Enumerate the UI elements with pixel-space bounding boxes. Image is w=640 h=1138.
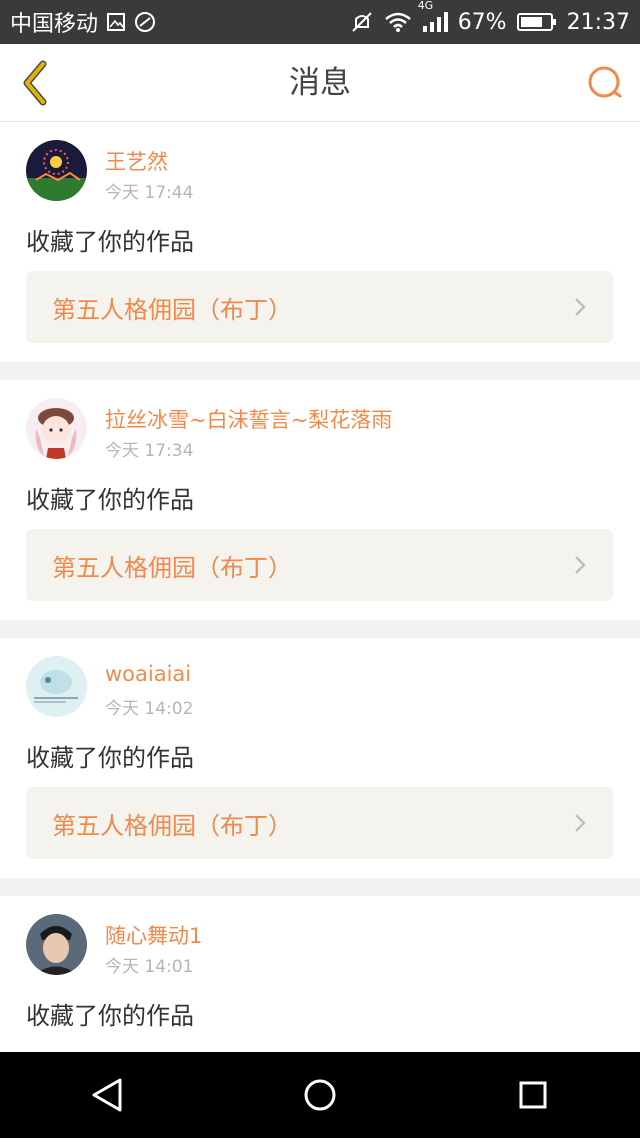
message-list: 王艺然 今天 17:44 收藏了你的作品 第五人格佣园（布丁） 拉丝冰雪~白沫誓…: [0, 122, 640, 1052]
mute-icon: [350, 10, 374, 34]
timestamp: 今天 17:44: [105, 183, 194, 203]
chevron-right-icon: [573, 296, 587, 318]
avatar[interactable]: [26, 398, 87, 459]
action-text: 收藏了你的作品: [26, 744, 194, 772]
username[interactable]: 拉丝冰雪~白沫誓言~梨花落雨: [105, 404, 392, 434]
timestamp: 今天 14:02: [105, 699, 194, 719]
work-link[interactable]: 第五人格佣园（布丁）: [26, 787, 613, 859]
app-notification-icon: [134, 11, 156, 33]
carrier-name: 中国移动: [10, 12, 99, 37]
work-title: 第五人格佣园（布丁）: [52, 811, 292, 840]
work-link[interactable]: 第五人格佣园（布丁）: [26, 271, 613, 343]
app-header: 消息: [0, 44, 640, 122]
message-card: woaiaiai 今天 14:02 收藏了你的作品 第五人格佣园（布丁）: [0, 638, 640, 878]
search-icon: [588, 66, 622, 98]
wifi-icon: [384, 11, 412, 33]
system-navigation-bar: [0, 1052, 640, 1138]
nav-recents-button[interactable]: [493, 1065, 573, 1125]
page-title: 消息: [289, 65, 351, 101]
nav-back-button[interactable]: [67, 1065, 147, 1125]
status-bar: 中国移动 4G 67% 21:37: [0, 0, 640, 44]
message-card: 拉丝冰雪~白沫誓言~梨花落雨 今天 17:34 收藏了你的作品 第五人格佣园（布…: [0, 380, 640, 620]
cellular-signal-icon: 4G: [418, 0, 448, 33]
square-recents-icon: [519, 1081, 547, 1109]
clock: 21:37: [566, 9, 630, 35]
avatar[interactable]: [26, 914, 87, 975]
message-card: 随心舞动1 今天 14:01 收藏了你的作品: [0, 896, 640, 1052]
work-link[interactable]: 第五人格佣园（布丁）: [26, 529, 613, 601]
timestamp: 今天 17:34: [105, 441, 194, 461]
image-notification-icon: [106, 12, 126, 32]
timestamp: 今天 14:01: [105, 957, 194, 977]
battery-percent: 67%: [457, 9, 507, 35]
chevron-right-icon: [573, 554, 587, 576]
avatar[interactable]: [26, 140, 87, 201]
action-text: 收藏了你的作品: [26, 228, 194, 256]
nav-home-button[interactable]: [280, 1065, 360, 1125]
action-text: 收藏了你的作品: [26, 486, 194, 514]
work-title: 第五人格佣园（布丁）: [52, 553, 292, 582]
triangle-back-icon: [92, 1078, 122, 1112]
message-card: 王艺然 今天 17:44 收藏了你的作品 第五人格佣园（布丁）: [0, 122, 640, 362]
action-text: 收藏了你的作品: [26, 1002, 194, 1030]
work-title: 第五人格佣园（布丁）: [52, 295, 292, 324]
username[interactable]: 随心舞动1: [105, 920, 202, 950]
username[interactable]: woaiaiai: [105, 662, 191, 686]
chevron-right-icon: [573, 812, 587, 834]
network-type: 4G: [417, 0, 434, 12]
search-button[interactable]: [582, 60, 628, 106]
battery-icon: [516, 12, 557, 32]
username[interactable]: 王艺然: [105, 146, 168, 176]
avatar[interactable]: [26, 656, 87, 717]
circle-home-icon: [304, 1079, 336, 1111]
